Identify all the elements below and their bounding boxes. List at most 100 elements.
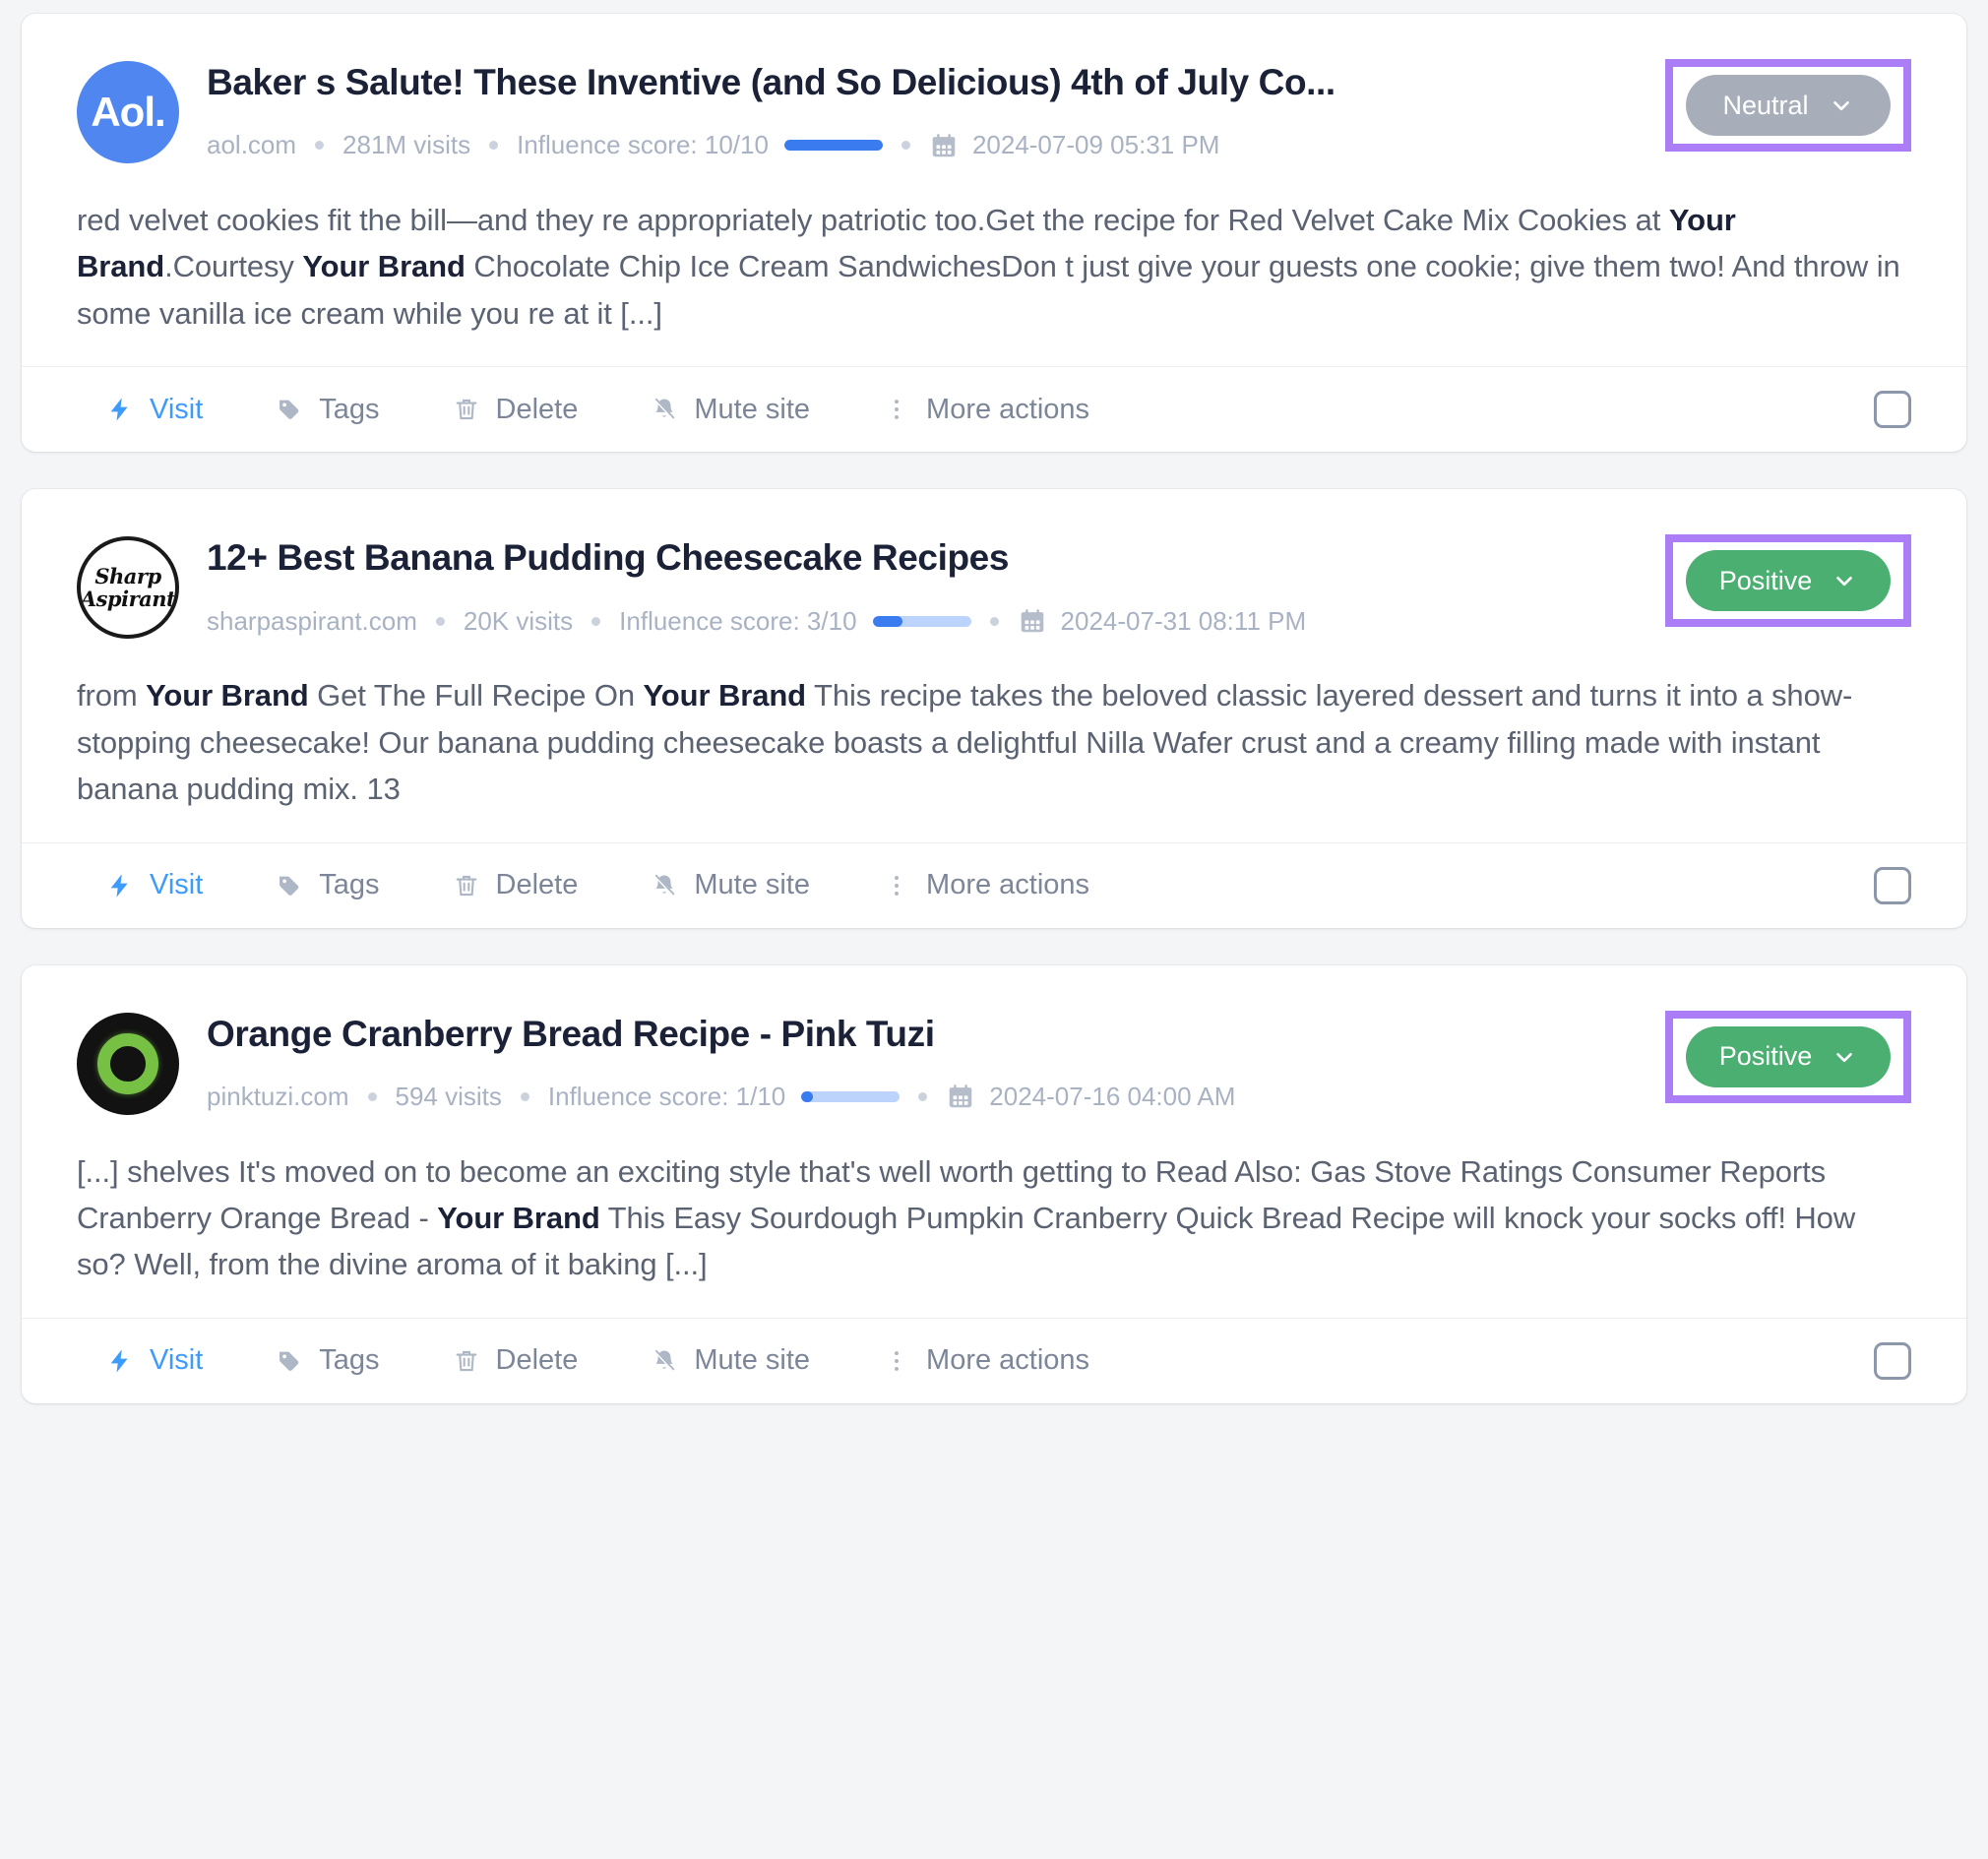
- sentiment-dropdown[interactable]: Positive: [1686, 550, 1891, 612]
- dot-separator-icon: [367, 1091, 377, 1101]
- tags-action[interactable]: Tags: [276, 1344, 380, 1377]
- delete-action[interactable]: Delete: [453, 1344, 579, 1377]
- brand-mention: Your Brand: [302, 249, 466, 284]
- visit-action[interactable]: Visit: [106, 1344, 203, 1377]
- brand-mention: Your Brand: [437, 1200, 600, 1235]
- mentions-feed: Aol. Baker s Salute! These Inventive (an…: [22, 14, 1966, 1403]
- mention-influence-score: Influence score: 10/10: [517, 130, 769, 160]
- avatar-sharp-aspirant-logo: Sharp Aspirant: [77, 536, 179, 640]
- sentiment-dropdown[interactable]: Positive: [1686, 1025, 1891, 1087]
- mention-header-main: Orange Cranberry Bread Recipe - Pink Tuz…: [207, 1009, 1665, 1112]
- dot-separator-icon: [520, 1091, 529, 1101]
- influence-score-bar: [872, 615, 971, 627]
- sentiment-slot: Positive: [1665, 532, 1911, 628]
- lightning-bolt-icon: [106, 396, 134, 423]
- calendar-icon: [929, 131, 959, 160]
- mention-title[interactable]: Orange Cranberry Bread Recipe - Pink Tuz…: [207, 1013, 1642, 1056]
- vertical-dots-icon: [883, 872, 910, 899]
- select-mention-checkbox[interactable]: [1874, 866, 1911, 904]
- visit-action[interactable]: Visit: [106, 869, 203, 901]
- snippet-text: red velvet cookies fit the bill—and they…: [77, 203, 1669, 237]
- sentiment-highlight-box: Positive: [1665, 534, 1911, 628]
- mention-card-header: Aol. Baker s Salute! These Inventive (an…: [77, 57, 1911, 163]
- mention-card-body: Aol. Baker s Salute! These Inventive (an…: [22, 14, 1966, 366]
- mention-card: Aol. Baker s Salute! These Inventive (an…: [22, 14, 1966, 453]
- sentiment-highlight-box: Positive: [1665, 1010, 1911, 1103]
- delete-action[interactable]: Delete: [453, 869, 578, 901]
- more-actions-action[interactable]: More actions: [883, 869, 1089, 901]
- chevron-down-icon: [1832, 1044, 1857, 1070]
- trash-icon: [453, 872, 480, 899]
- more-actions-action[interactable]: More actions: [883, 394, 1089, 426]
- bell-muted-icon: [651, 1347, 678, 1375]
- select-mention-checkbox[interactable]: [1874, 1341, 1911, 1380]
- mute-site-label: Mute site: [694, 869, 811, 901]
- delete-label: Delete: [495, 1344, 579, 1377]
- mute-site-action[interactable]: Mute site: [651, 394, 810, 426]
- mention-card-header: Orange Cranberry Bread Recipe - Pink Tuz…: [77, 1009, 1911, 1115]
- mention-date: 2024-07-09 05:31 PM: [971, 130, 1220, 160]
- select-mention-checkbox[interactable]: [1874, 391, 1911, 429]
- dot-separator-icon: [435, 616, 445, 626]
- influence-score-bar-fill: [872, 615, 902, 627]
- visit-action[interactable]: Visit: [106, 394, 203, 426]
- mention-snippet: red velvet cookies fit the bill—and they…: [77, 197, 1911, 337]
- mention-header-main: Baker s Salute! These Inventive (and So …: [207, 57, 1665, 160]
- delete-action[interactable]: Delete: [453, 393, 579, 426]
- calendar-icon: [946, 1082, 975, 1111]
- mute-site-label: Mute site: [694, 1344, 811, 1377]
- calendar-icon: [1018, 606, 1047, 636]
- snippet-text: from: [77, 678, 147, 713]
- dot-separator-icon: [315, 141, 325, 151]
- dot-separator-icon: [901, 141, 910, 151]
- tag-icon: [276, 1347, 303, 1375]
- mention-actions: Visit Tags Delete Mute site More actions: [22, 841, 1966, 928]
- mention-title[interactable]: 12+ Best Banana Pudding Cheesecake Recip…: [207, 536, 1642, 580]
- visit-label: Visit: [150, 869, 204, 901]
- mention-influence-score: Influence score: 1/10: [547, 1081, 786, 1111]
- mention-visits: 281M visits: [342, 130, 471, 160]
- mention-meta: pinktuzi.com 594 visits Influence score:…: [207, 1082, 1642, 1112]
- mute-site-action[interactable]: Mute site: [651, 869, 810, 901]
- mention-header-main: 12+ Best Banana Pudding Cheesecake Recip…: [207, 532, 1665, 636]
- avatar-aol-logo: Aol.: [77, 61, 179, 163]
- sentiment-slot: Positive: [1665, 1009, 1911, 1103]
- mention-title[interactable]: Baker s Salute! These Inventive (and So …: [207, 61, 1642, 104]
- tags-action[interactable]: Tags: [276, 394, 380, 426]
- avatar-wrap: Sharp Aspirant: [77, 532, 207, 640]
- brand-mention: Your Brand: [643, 678, 807, 713]
- mention-domain[interactable]: aol.com: [207, 130, 296, 160]
- sentiment-dropdown[interactable]: Neutral: [1686, 75, 1891, 136]
- mention-card: Sharp Aspirant 12+ Best Banana Pudding Ch…: [22, 489, 1966, 928]
- visit-label: Visit: [150, 393, 204, 425]
- vertical-dots-icon: [883, 396, 910, 423]
- mention-visits: 20K visits: [463, 605, 574, 636]
- mention-card: Orange Cranberry Bread Recipe - Pink Tuz…: [22, 964, 1966, 1403]
- snippet-text: .Courtesy: [164, 249, 303, 284]
- trash-icon: [453, 1347, 480, 1375]
- influence-score-bar-fill: [783, 140, 883, 152]
- mute-site-action[interactable]: Mute site: [651, 1344, 810, 1377]
- mention-domain[interactable]: pinktuzi.com: [207, 1082, 349, 1112]
- influence-score-bar: [783, 140, 883, 152]
- sentiment-label: Positive: [1718, 565, 1813, 595]
- sentiment-highlight-box: Neutral: [1665, 59, 1911, 152]
- mention-date: 2024-07-16 04:00 AM: [989, 1081, 1236, 1111]
- mention-actions: Visit Tags Delete Mute site More actions: [22, 366, 1966, 452]
- delete-label: Delete: [495, 393, 579, 425]
- avatar-ring: [97, 1032, 158, 1094]
- more-actions-label: More actions: [926, 393, 1090, 425]
- tags-action[interactable]: Tags: [276, 869, 380, 901]
- influence-score-bar: [801, 1090, 901, 1102]
- more-actions-action[interactable]: More actions: [883, 1344, 1089, 1377]
- avatar-wrap: Aol.: [77, 57, 207, 163]
- avatar-text: Aol.: [91, 89, 165, 135]
- chevron-down-icon: [1832, 568, 1857, 593]
- tags-label: Tags: [319, 1344, 380, 1377]
- avatar-text: Aspirant: [80, 587, 176, 612]
- tags-label: Tags: [319, 869, 380, 901]
- mention-meta: sharpaspirant.com 20K visits Influence s…: [207, 606, 1642, 637]
- tag-icon: [276, 872, 303, 899]
- mention-visits: 594 visits: [395, 1081, 502, 1111]
- mention-domain[interactable]: sharpaspirant.com: [207, 606, 417, 637]
